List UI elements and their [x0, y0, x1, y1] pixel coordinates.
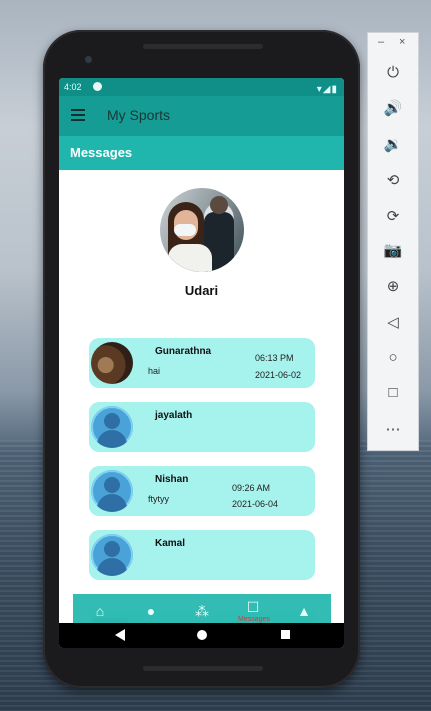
status-time: 4:02 [64, 82, 82, 92]
power-icon[interactable]: ⏻ [381, 61, 405, 85]
contact-name: Nishan [155, 474, 189, 485]
home-button-icon[interactable] [197, 630, 207, 640]
phone-screen: 4:02 ▾◢▮ My Sports Messages Udari Gunara… [59, 78, 344, 648]
profile-avatar[interactable] [160, 188, 244, 272]
conversation-card[interactable]: Nishan ftytyy 09:26 AM 2021-06-04 [89, 466, 315, 516]
minimize-button[interactable]: – [378, 36, 384, 48]
message-time: 06:13 PM [255, 353, 294, 363]
last-message: ftytyy [148, 494, 170, 504]
message-date: 2021-06-04 [232, 499, 279, 509]
notification-icon [93, 82, 102, 91]
nav-item-messages[interactable]: ☐ Messages [238, 598, 270, 623]
contact-name: Gunarathna [155, 346, 212, 357]
recents-icon[interactable] [281, 630, 290, 639]
default-person-icon [91, 534, 133, 576]
section-header: Messages [59, 136, 344, 170]
default-person-icon [91, 406, 133, 448]
front-camera [85, 56, 92, 63]
conversation-card[interactable]: Gunarathna hai 06:13 PM 2021-06-02 [89, 338, 315, 388]
hamburger-menu-icon[interactable] [71, 109, 85, 121]
status-bar: 4:02 ▾◢▮ [59, 78, 344, 96]
top-speaker [143, 44, 263, 49]
section-title: Messages [70, 145, 133, 160]
back-icon[interactable] [115, 629, 125, 641]
conversation-card[interactable]: jayalath [89, 402, 315, 452]
bottom-speaker [143, 666, 263, 671]
volume-up-icon[interactable]: 🔊 [381, 97, 405, 121]
rotate-right-icon[interactable]: ⟳ [381, 205, 405, 229]
back-icon[interactable]: ◁ [381, 311, 405, 335]
phone-frame: 4:02 ▾◢▮ My Sports Messages Udari Gunara… [43, 30, 360, 688]
home-icon[interactable]: ○ [381, 346, 405, 370]
rotate-left-icon[interactable]: ⟲ [381, 169, 405, 193]
app-title: My Sports [107, 107, 171, 123]
close-button[interactable]: × [399, 36, 405, 48]
emulator-toolbar: – × ⏻ 🔊 🔉 ⟲ ⟳ 📷 ⊕ ◁ ○ □ ⋯ [367, 32, 419, 451]
last-message: hai [148, 366, 161, 376]
volume-down-icon[interactable]: 🔉 [381, 133, 405, 157]
overview-icon[interactable]: □ [381, 381, 405, 405]
chat-icon: ☐ [246, 599, 260, 615]
app-bar: My Sports [59, 96, 344, 136]
profile-name: Udari [184, 283, 219, 298]
contact-avatar [91, 342, 133, 384]
contact-name: Kamal [155, 538, 186, 549]
zoom-icon[interactable]: ⊕ [381, 275, 405, 299]
system-nav-bar [59, 623, 344, 648]
contact-name: jayalath [155, 410, 193, 421]
camera-icon[interactable]: 📷 [381, 239, 405, 263]
conversation-card[interactable]: Kamal [89, 530, 315, 580]
emulator-titlebar: – × [368, 33, 418, 55]
message-time: 09:26 AM [232, 483, 271, 493]
more-icon[interactable]: ⋯ [381, 418, 405, 442]
message-date: 2021-06-02 [255, 370, 302, 380]
default-person-icon [91, 470, 133, 512]
